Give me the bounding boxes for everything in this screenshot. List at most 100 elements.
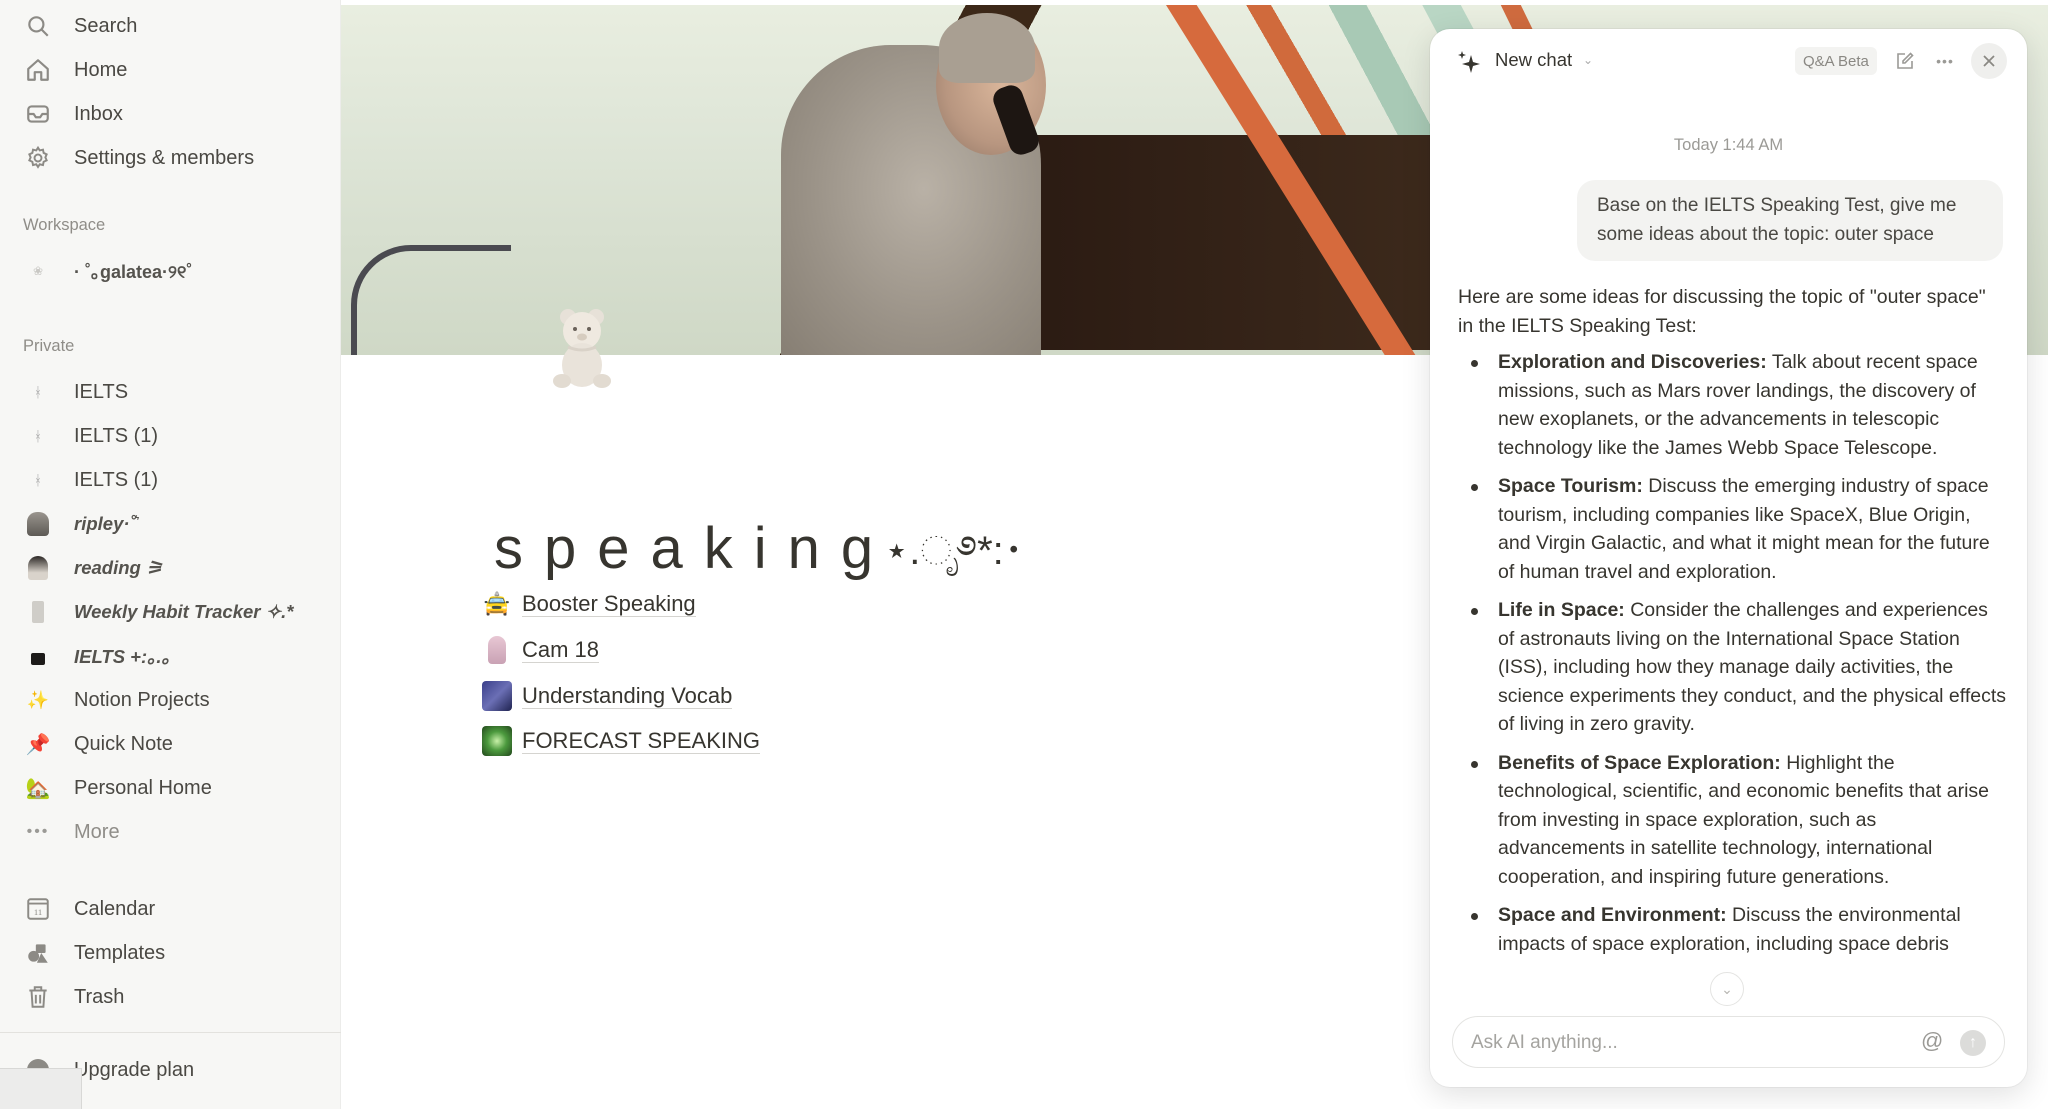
more-options-button[interactable]: ••• [1927, 43, 1963, 79]
ai-response-point: Benefits of Space Exploration: Highlight… [1471, 749, 2006, 892]
sidebar-item-reading[interactable]: reading ⚞ [22, 550, 322, 586]
sidebar-item-label: Inbox [74, 102, 123, 125]
arrow-up-icon: ↑ [1969, 1034, 1977, 1051]
chevron-down-icon[interactable]: ⌄ [1583, 53, 1593, 67]
sidebar-item-calendar[interactable]: 11 Calendar [22, 891, 322, 927]
point-heading: Life in Space: [1498, 599, 1625, 621]
page-link-understanding-vocab[interactable]: Understanding Vocab [482, 678, 733, 714]
sidebar-item-label: Personal Home [74, 776, 212, 799]
portrait-icon [22, 508, 54, 540]
sidebar-item-templates[interactable]: Templates [22, 935, 322, 971]
sidebar-item-label: Notion Projects [74, 688, 210, 711]
cover-detail [351, 245, 511, 355]
templates-icon [22, 937, 54, 969]
inbox-icon [22, 98, 54, 130]
point-heading: Space Tourism: [1498, 475, 1643, 497]
home-icon [22, 54, 54, 86]
sidebar-item-label: Calendar [74, 897, 156, 920]
sidebar-item-weekly-habit-tracker[interactable]: Weekly Habit Tracker ✧.* [22, 594, 322, 630]
portrait-icon [22, 552, 54, 584]
house-icon: 🏡 [25, 777, 51, 800]
page-link-label: Understanding Vocab [522, 682, 733, 710]
sidebar-item-label: reading ⚞ [74, 557, 163, 578]
notion-app: Search Home Inbox Settings & members Wor… [0, 0, 2048, 1109]
ai-response-point: Space Tourism: Discuss the emerging indu… [1471, 472, 2006, 586]
ai-response-intro: Here are some ideas for discussing the t… [1458, 286, 1986, 337]
sidebar-item-trash[interactable]: Trash [22, 979, 322, 1015]
calendar-icon: 11 [22, 893, 54, 925]
cover-detail [939, 13, 1035, 83]
sidebar-item-more[interactable]: ••• More [22, 814, 322, 850]
ai-sparkle-icon [1458, 51, 1480, 73]
sidebar-item-quick-note[interactable]: 📌 Quick Note [22, 726, 322, 762]
chat-timestamp: Today 1:44 AM [1673, 136, 1784, 154]
point-heading: Benefits of Space Exploration: [1498, 751, 1781, 774]
close-icon [1983, 55, 1995, 67]
sidebar-item-personal-home[interactable]: 🏡 Personal Home [22, 770, 322, 806]
pushpin-icon: 📌 [25, 733, 51, 756]
sidebar-divider [0, 1032, 341, 1033]
page-link-booster-speaking[interactable]: 🚖 Booster Speaking [482, 586, 696, 622]
sidebar-item-label: IELTS +:｡.｡ [74, 646, 171, 667]
sidebar-item-label: Home [74, 58, 128, 81]
ai-response-point: Life in Space: Consider the challenges a… [1471, 596, 2006, 739]
send-button[interactable]: ↑ [1960, 1030, 1986, 1056]
sidebar-item-ielts-1b[interactable]: ᚼ IELTS (1) [22, 462, 322, 498]
sidebar-item-label: Templates [74, 941, 166, 964]
binder-clip-icon [22, 640, 54, 672]
user-message-bubble: Base on the IELTS Speaking Test, give me… [1577, 180, 2003, 261]
sidebar-item-ripley[interactable]: ripley·˚͛ [22, 506, 322, 542]
flower-icon: ❀ [32, 264, 44, 278]
sidebar-item-workspace[interactable]: ❀ · ˚｡galatea·୨୧˚ [22, 253, 322, 289]
sidebar-item-label: Trash [74, 985, 125, 1008]
page-link-forecast-speaking[interactable]: FORECAST SPEAKING [482, 723, 760, 759]
sketch-figure-icon: ᚼ [33, 428, 43, 444]
ask-ai-input-container: @ ↑ [1452, 1016, 2005, 1068]
svg-text:11: 11 [34, 907, 42, 917]
sidebar-item-ielts[interactable]: ᚼ IELTS [22, 374, 322, 410]
photo-thumbnail-icon [482, 681, 512, 711]
more-icon: ••• [1936, 53, 1954, 69]
mention-at-button[interactable]: @ [1921, 1028, 1943, 1054]
qa-beta-badge[interactable]: Q&A Beta [1795, 47, 1877, 75]
search-icon [22, 10, 54, 42]
sidebar-item-ielts-plus[interactable]: IELTS +:｡.｡ [22, 638, 322, 674]
page-icon-teddy-bear[interactable] [548, 303, 616, 389]
sidebar-item-settings[interactable]: Settings & members [22, 140, 322, 176]
chat-title[interactable]: New chat [1495, 49, 1572, 71]
sidebar-item-inbox[interactable]: Inbox [22, 96, 322, 132]
pink-figure-icon [482, 635, 512, 665]
page-link-cam-18[interactable]: Cam 18 [482, 632, 600, 668]
note-icon [22, 596, 54, 628]
close-chat-button[interactable] [1971, 43, 2007, 79]
sidebar-item-search[interactable]: Search [22, 8, 322, 44]
chat-header: New chat ⌄ Q&A Beta ••• [1430, 29, 2027, 93]
page-link-label: Cam 18 [522, 636, 600, 664]
sidebar-item-ielts-1[interactable]: ᚼ IELTS (1) [22, 418, 322, 454]
ai-response-list: Exploration and Discoveries: Talk about … [1458, 348, 2006, 958]
ask-ai-input[interactable] [1471, 1027, 1911, 1059]
sidebar-item-label: · ˚｡galatea·୨୧˚ [74, 262, 193, 282]
trash-icon [22, 981, 54, 1013]
sidebar-item-home[interactable]: Home [22, 52, 322, 88]
green-thumbnail-icon [482, 726, 512, 756]
sidebar-item-label: ripley·˚͛ [74, 513, 136, 534]
sidebar-item-label: IELTS [74, 380, 129, 403]
sidebar-item-label: IELTS (1) [74, 468, 159, 491]
sidebar-item-label: Quick Note [74, 732, 173, 755]
scroll-to-bottom-button[interactable]: ⌄ [1710, 972, 1744, 1006]
sidebar-item-label: Settings & members [74, 146, 255, 169]
title-decoration: ⋆.ೃ࿔*:･ [884, 529, 1024, 573]
sidebar-item-label: More [74, 820, 120, 843]
workspace-heading: Workspace [23, 216, 106, 234]
ai-response-point: Exploration and Discoveries: Talk about … [1471, 348, 2006, 462]
page-link-label: FORECAST SPEAKING [522, 727, 760, 755]
new-chat-edit-button[interactable] [1887, 43, 1923, 79]
sidebar-item-notion-projects[interactable]: ✨ Notion Projects [22, 682, 322, 718]
private-heading: Private [23, 337, 75, 355]
sketch-figure-icon: ᚼ [33, 472, 43, 488]
sidebar-item-label: Weekly Habit Tracker ✧.* [74, 601, 294, 622]
edit-icon [1897, 52, 1914, 69]
sparkles-icon: ✨ [26, 689, 50, 710]
chevron-down-icon: ⌄ [1721, 980, 1733, 997]
